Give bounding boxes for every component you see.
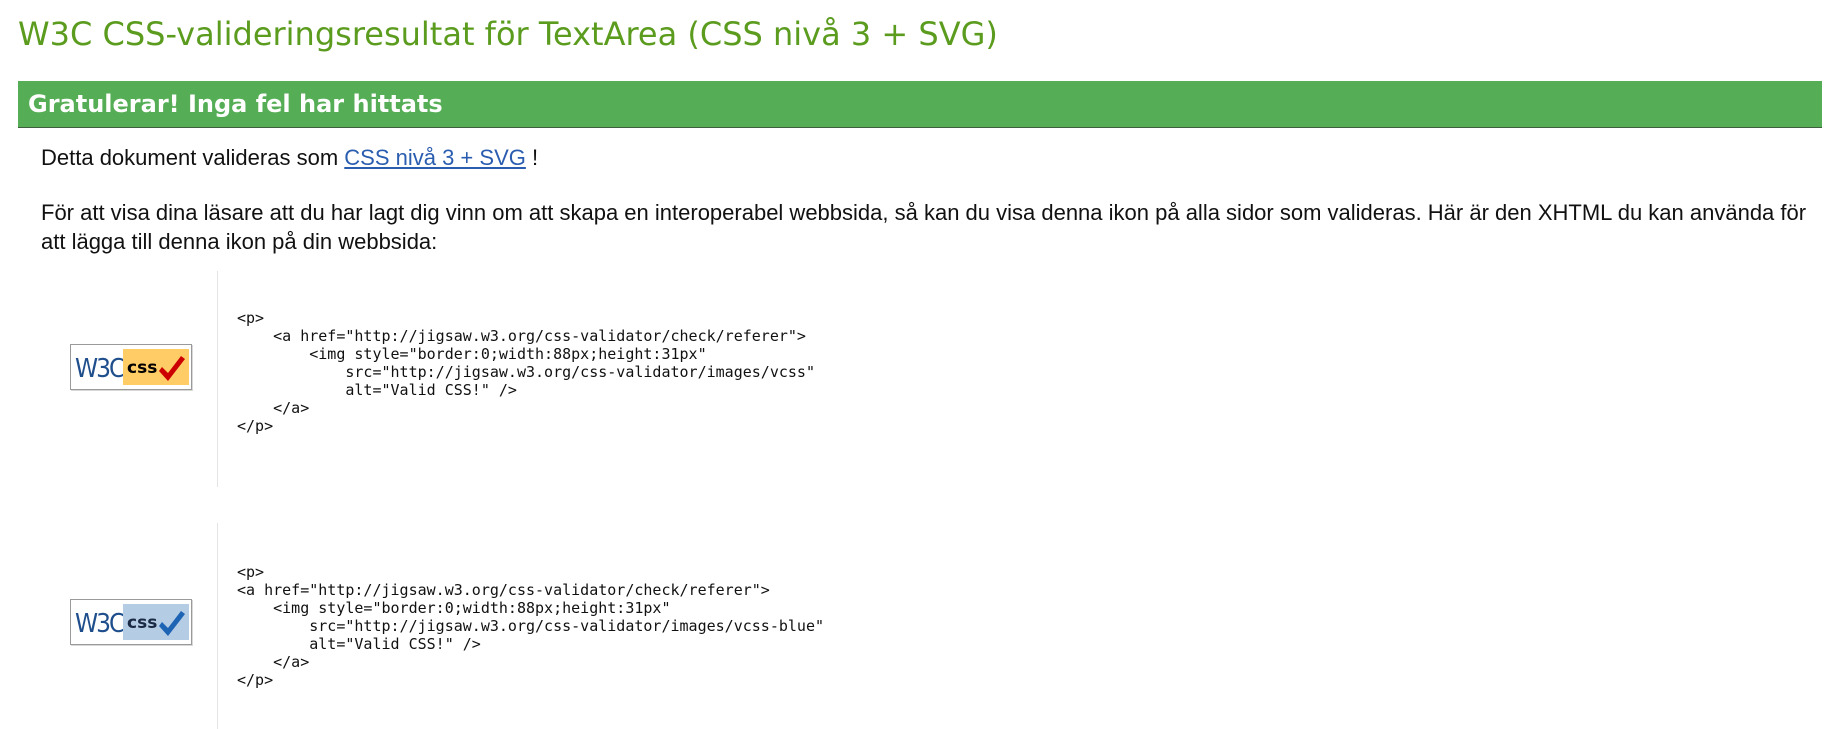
validation-summary-prefix: Detta dokument valideras som — [41, 145, 345, 170]
badge-snippet-gold: W3C css <p> <a href="http://jigsaw.w3.or… — [41, 271, 1821, 487]
validation-summary: Detta dokument valideras som CSS nivå 3 … — [41, 143, 538, 172]
badge-snippet-blue: W3C css <p> <a href="http://jigsaw.w3.or… — [41, 523, 1821, 729]
snippet-divider — [217, 271, 218, 487]
snippet-divider — [217, 523, 218, 729]
badge-code-snippet[interactable]: <p> <a href="http://jigsaw.w3.org/css-va… — [237, 563, 824, 689]
success-banner-text: Gratulerar! Inga fel har hittats — [28, 90, 443, 118]
badge-logo-text: W3C — [75, 609, 125, 639]
page-title: W3C CSS-valideringsresultat för TextArea… — [18, 15, 998, 53]
success-banner: Gratulerar! Inga fel har hittats — [18, 81, 1822, 128]
w3c-css-valid-blue-badge-icon: W3C css — [71, 600, 191, 644]
badge-logo-text: W3C — [75, 354, 125, 384]
validation-summary-suffix: ! — [525, 145, 539, 170]
badge-css-text: css — [127, 358, 157, 378]
badge-css-text: css — [127, 613, 157, 633]
badge-instructions: För att visa dina läsare att du har lagt… — [41, 200, 1807, 254]
w3c-css-valid-badge-icon: W3C css — [71, 345, 191, 389]
valid-css-badge-gold[interactable]: W3C css — [70, 344, 192, 390]
valid-css-badge-blue[interactable]: W3C css — [70, 599, 192, 645]
css-profile-link[interactable]: CSS nivå 3 + SVG — [344, 145, 526, 170]
badge-code-snippet[interactable]: <p> <a href="http://jigsaw.w3.org/css-va… — [237, 309, 815, 435]
